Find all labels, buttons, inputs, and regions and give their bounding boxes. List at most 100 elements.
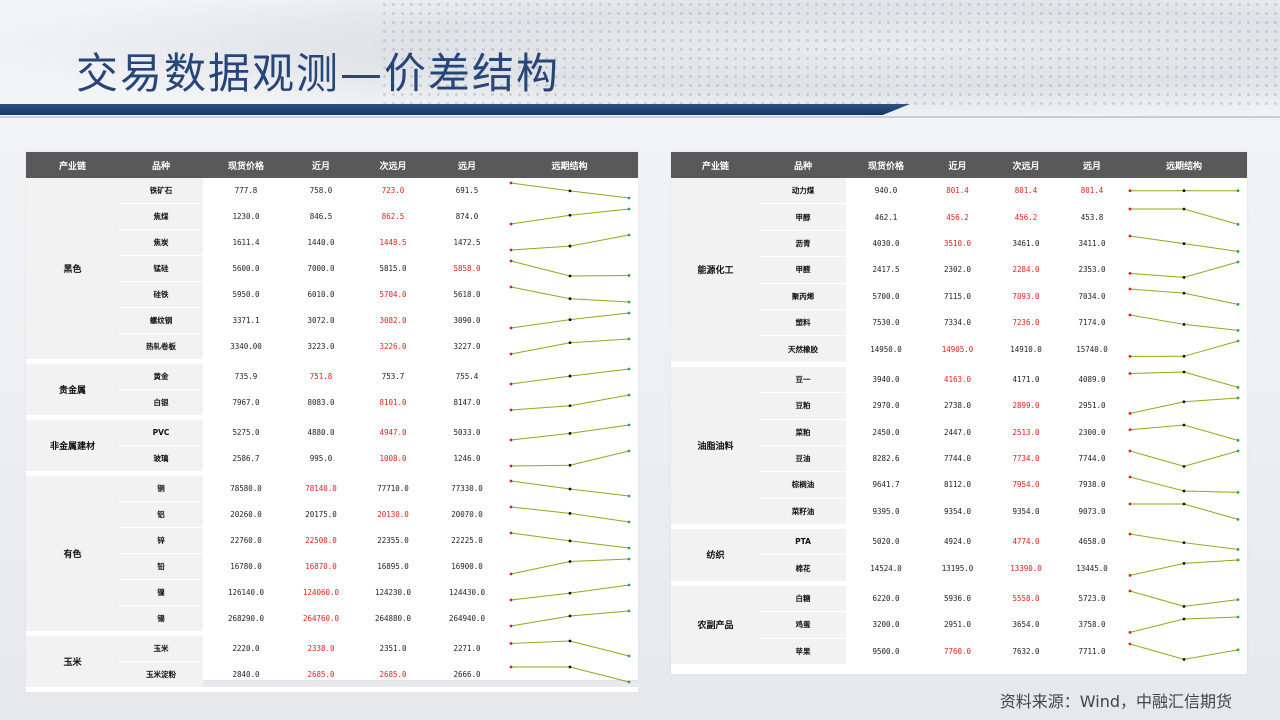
variety-cell: 棕榈油 (760, 471, 846, 499)
near-month-cell: 7744.0 (926, 445, 989, 473)
sparkline-point-mid (1182, 322, 1186, 326)
sparkline-point-near (1128, 313, 1132, 317)
sparkline-point-near (509, 181, 512, 185)
sparkline-point-far (1236, 648, 1240, 651)
sparkline-point-mid (568, 487, 571, 491)
forward-structure-sparkline-cell (501, 605, 638, 636)
sparkline-series-line (510, 666, 629, 683)
column-header-near-month: 近月 (289, 152, 353, 178)
sparkline-point-near (509, 624, 512, 628)
sparkline-point-mid (568, 512, 571, 515)
far-month-cell: 264940.0 (433, 605, 501, 636)
second-month-cell: 1448.5 (353, 229, 433, 256)
forward-structure-sparkline-cell (501, 281, 638, 308)
sparkline-series-line (1129, 261, 1239, 279)
forward-structure-sparkline (509, 639, 630, 658)
variety-cell: 豆油 (760, 445, 846, 473)
near-month-cell: 3510.0 (926, 230, 989, 258)
sparkline-point-near (1128, 272, 1132, 275)
spot-price-cell: 126140.0 (203, 579, 289, 606)
spot-price-cell: 7967.0 (203, 389, 289, 420)
near-month-cell: 8083.0 (289, 389, 353, 420)
far-month-cell: 2271.0 (433, 633, 501, 662)
variety-cell: 白糖 (760, 583, 846, 613)
sparkline-point-far (627, 680, 630, 684)
far-month-cell: 8147.0 (433, 389, 501, 420)
sparkline-point-near (1128, 502, 1132, 506)
near-month-cell: 264760.0 (289, 605, 353, 636)
forward-structure-sparkline-cell (1121, 364, 1247, 394)
variety-cell: PTA (760, 526, 846, 556)
far-month-cell: 2951.0 (1063, 392, 1121, 420)
sparkline-point-mid (1182, 207, 1186, 211)
forward-structure-sparkline-cell (501, 203, 638, 230)
sparkline-point-far (627, 609, 630, 613)
near-month-cell: 7334.0 (926, 309, 989, 337)
forward-structure-sparkline (509, 259, 630, 278)
second-month-cell: 13390.0 (989, 554, 1063, 586)
left-spread-table: 产业链 品种 现货价格 近月 次远月 远月 远期结构 黑色 铁矿石 777.8 758… (26, 152, 638, 692)
forward-structure-sparkline (509, 423, 630, 442)
sparkline-series-line (1129, 450, 1239, 467)
spot-price-cell: 6220.0 (846, 583, 926, 613)
sparkline-point-near (1128, 234, 1132, 238)
forward-structure-sparkline-cell (1121, 256, 1247, 284)
spot-price-cell: 5600.0 (203, 255, 289, 282)
spot-price-cell: 3200.0 (846, 611, 926, 639)
sparkline-series-line (1129, 314, 1239, 331)
sparkline-point-far (1236, 223, 1240, 227)
sparkline-point-mid (568, 560, 571, 563)
sparkline-point-near (1128, 574, 1132, 578)
near-month-cell: 124060.0 (289, 579, 353, 606)
forward-structure-sparkline (509, 449, 630, 468)
forward-structure-sparkline (509, 505, 630, 524)
spot-price-cell: 2840.0 (203, 661, 289, 692)
sparkline-point-mid (568, 404, 571, 408)
sparkline-series-line (510, 394, 629, 411)
industry-chain-cell: 农副产品 (671, 583, 760, 670)
second-month-cell: 4947.0 (353, 417, 433, 446)
second-month-cell: 16895.0 (353, 553, 433, 580)
spot-price-cell: 9641.7 (846, 471, 926, 499)
second-month-cell: 3226.0 (353, 333, 433, 364)
sparkline-point-far (1236, 260, 1240, 264)
forward-structure-sparkline (1128, 287, 1240, 306)
forward-structure-sparkline (1128, 532, 1240, 551)
sparkline-point-near (509, 479, 512, 483)
second-month-cell: 2899.0 (989, 392, 1063, 420)
forward-structure-sparkline-cell (1121, 638, 1247, 670)
page-title: 交易数据观测—价差结构 (76, 49, 561, 98)
table-row: 农副产品 白糖 6220.0 5936.0 5558.0 5723.0 (671, 583, 1247, 670)
sparkline-point-far (1236, 517, 1240, 521)
sparkline-point-far (627, 233, 630, 237)
forward-structure-sparkline-cell (1121, 445, 1247, 473)
far-month-cell: 691.5 (433, 178, 501, 204)
second-month-cell: 5558.0 (989, 583, 1063, 613)
column-header-second-month: 次远月 (989, 152, 1063, 178)
spot-price-cell: 2417.5 (846, 256, 926, 284)
variety-cell: 棉花 (760, 554, 846, 586)
industry-chain-cell: 玉米 (26, 633, 119, 692)
column-header-far-month: 远月 (1063, 152, 1121, 178)
variety-cell: 甲醛 (760, 256, 846, 284)
sparkline-point-mid (568, 665, 571, 669)
sparkline-series-line (510, 234, 629, 251)
sparkline-point-mid (568, 463, 571, 467)
near-month-cell: 6010.0 (289, 281, 353, 308)
far-month-cell: 7711.0 (1063, 638, 1121, 670)
sparkline-point-far (627, 557, 630, 561)
sparkline-series-line (1129, 340, 1239, 358)
near-month-cell: 14905.0 (926, 335, 989, 367)
forward-structure-sparkline (509, 479, 630, 498)
second-month-cell: 9354.0 (989, 498, 1063, 530)
variety-cell: 塑料 (760, 309, 846, 337)
variety-cell: 玉米淀粉 (119, 661, 203, 692)
forward-structure-sparkline-cell (1121, 283, 1247, 310)
forward-structure-sparkline-cell (1121, 526, 1247, 556)
variety-cell: 菜粕 (760, 419, 846, 446)
sparkline-point-far (1236, 328, 1240, 332)
spot-price-cell: 940.0 (846, 178, 926, 205)
spot-price-cell: 3371.1 (203, 307, 289, 334)
forward-structure-sparkline-cell (501, 229, 638, 256)
forward-structure-sparkline (509, 311, 630, 330)
